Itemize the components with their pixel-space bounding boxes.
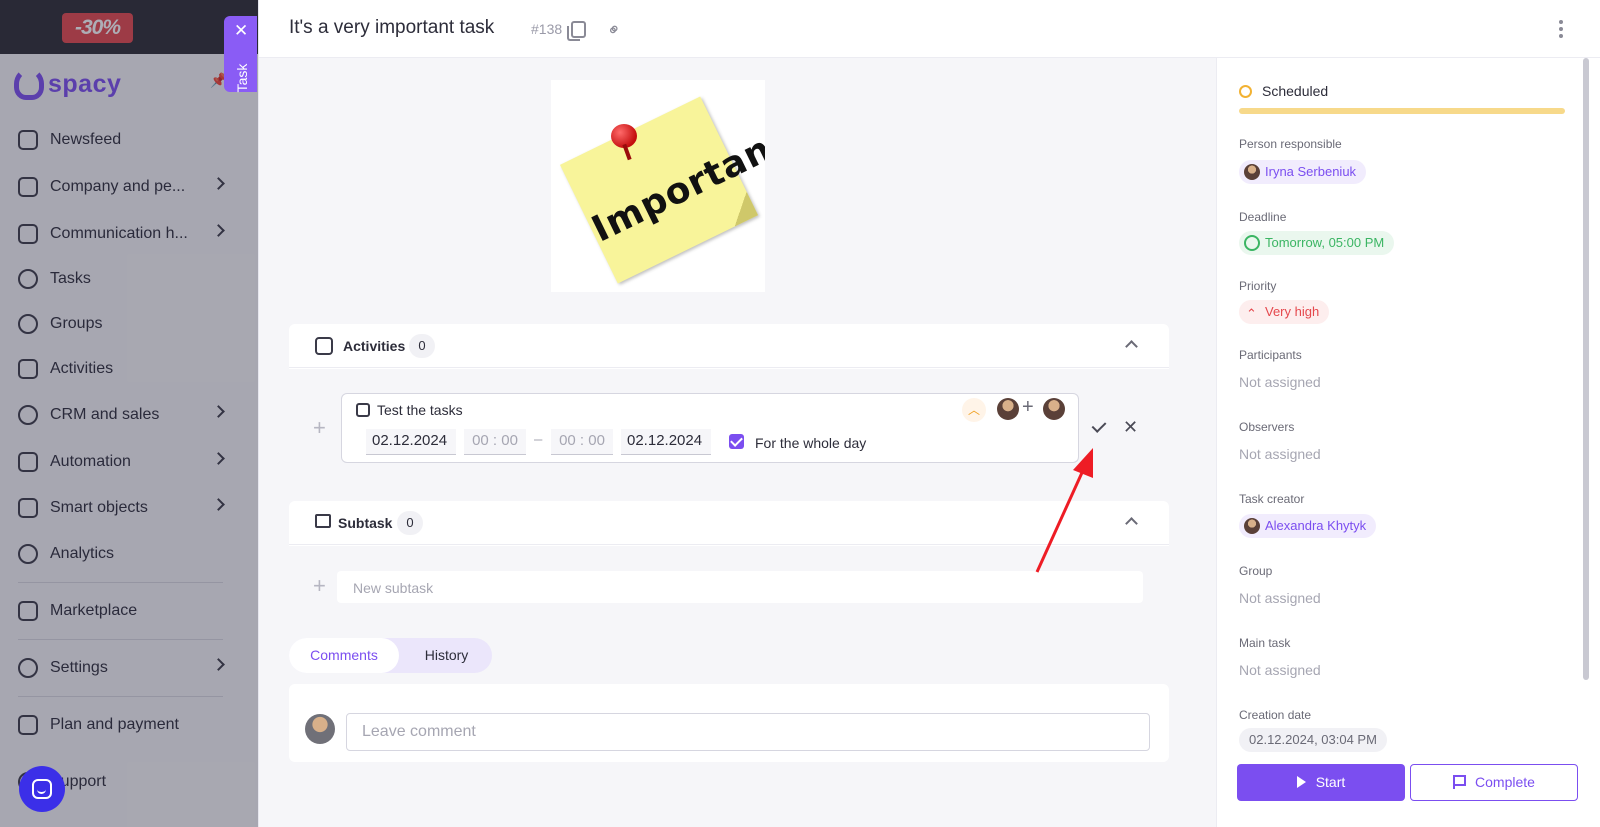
red-arrow-annotation [1035,448,1093,573]
confirm-activity-button[interactable] [1090,419,1108,437]
task-side-tab[interactable]: ✕ Task [224,16,257,92]
subtask-icon [315,514,331,528]
main-task-label: Main task [1239,636,1291,650]
task-content: Important Activities 0 + Test the tasks … [259,58,1199,827]
cancel-activity-button[interactable]: ✕ [1123,418,1138,436]
task-image[interactable]: Important [551,80,765,292]
task-id: #138 [531,21,563,37]
priority-value: Very high [1265,304,1320,319]
task-creator-chip[interactable]: Alexandra Khytyk [1239,514,1377,538]
activities-header[interactable]: Activities 0 [289,324,1169,368]
avatar [1244,164,1260,180]
task-panel: It's a very important task #138 ⚭ Import… [258,0,1600,827]
more-options-icon[interactable] [1559,20,1563,38]
activities-count-badge: 0 [409,334,435,358]
creation-date-label: Creation date [1239,708,1312,722]
activity-name-input[interactable]: Test the tasks [377,402,463,418]
tab-comments[interactable]: Comments [289,638,399,673]
play-icon [1296,776,1306,788]
person-responsible-chip[interactable]: Iryna Serbeniuk [1239,160,1367,184]
comment-box: Leave comment [289,684,1169,762]
whole-day-checkbox[interactable] [729,434,744,449]
new-subtask-input[interactable]: New subtask [337,571,1143,603]
tab-history[interactable]: History [404,638,489,673]
status-label: Scheduled [1262,83,1329,99]
person-responsible-name: Iryna Serbeniuk [1265,164,1357,179]
avatar [305,714,335,744]
participants-value[interactable]: Not assigned [1239,374,1321,390]
end-date-field[interactable]: 02.12.2024 [621,429,711,455]
chevron-up-icon[interactable] [1125,340,1138,353]
person-responsible-label: Person responsible [1239,137,1342,151]
modal-backdrop[interactable] [0,0,258,827]
activity-edit-form: Test the tasks ︿ + 02.12.2024 00 : 00 – … [341,393,1079,463]
task-actions: Start Complete [1217,759,1600,827]
task-header: It's a very important task #138 ⚭ [259,0,1600,58]
add-activity-icon[interactable]: + [313,417,326,439]
range-dash: – [534,431,543,448]
subtask-title: Subtask [338,515,393,531]
complete-button[interactable]: Complete [1410,764,1578,801]
group-value[interactable]: Not assigned [1239,590,1321,606]
avatar [1244,518,1260,534]
comment-tabs: Comments History [289,638,492,673]
close-icon[interactable]: ✕ [234,22,248,39]
add-subtask-icon[interactable]: + [313,575,326,597]
priority-label: Priority [1239,279,1277,293]
deadline-chip[interactable]: Tomorrow, 05:00 PM [1239,231,1395,255]
calendar-check-icon [356,403,370,417]
task-title[interactable]: It's a very important task [289,17,494,39]
start-button-label: Start [1315,774,1346,790]
deadline-label: Deadline [1239,210,1287,224]
arrow-head [1073,448,1093,478]
task-creator-label: Task creator [1239,492,1305,506]
main-task-value[interactable]: Not assigned [1239,662,1321,678]
double-chevron-up-icon: ⌃ [1246,306,1257,321]
flag-icon [1453,775,1467,789]
side-scrollbar[interactable] [1583,58,1589,680]
add-participant-icon[interactable]: + [1022,396,1034,419]
end-time-field[interactable]: 00 : 00 [551,429,613,455]
task-creator-name: Alexandra Khytyk [1265,518,1367,533]
observers-value[interactable]: Not assigned [1239,446,1321,462]
comment-input[interactable]: Leave comment [346,713,1150,751]
clock-icon [1244,235,1260,251]
observers-label: Observers [1239,420,1295,434]
arrow-shaft [1035,465,1087,573]
pushpin-icon [611,124,637,148]
task-properties: Scheduled Person responsible Iryna Serbe… [1216,58,1600,827]
copy-icon[interactable] [567,21,586,41]
subtask-count-badge: 0 [397,511,423,535]
start-button[interactable]: Start [1237,764,1405,801]
start-time-field[interactable]: 00 : 00 [464,429,526,455]
activities-title: Activities [343,338,406,354]
priority-chevron-icon[interactable]: ︿ [962,398,986,422]
start-date-field[interactable]: 02.12.2024 [366,429,456,455]
complete-button-label: Complete [1475,774,1535,790]
deadline-value: Tomorrow, 05:00 PM [1265,235,1385,250]
chevron-up-icon[interactable] [1125,517,1138,530]
avatar[interactable] [997,398,1019,420]
link-icon[interactable]: ⚭ [603,17,628,42]
avatar[interactable] [1043,398,1065,420]
creation-date-chip: 02.12.2024, 03:04 PM [1239,728,1387,752]
chat-bubble-icon [32,779,52,799]
calendar-check-icon [315,337,333,355]
priority-chip[interactable]: ⌃ Very high [1239,300,1330,324]
participants-label: Participants [1239,348,1302,362]
status-bar [1239,108,1565,114]
task-tab-label: Task [234,63,250,93]
group-label: Group [1239,564,1273,578]
whole-day-label: For the whole day [755,435,867,451]
support-chat-button[interactable] [19,766,65,812]
clock-icon [1239,85,1252,98]
